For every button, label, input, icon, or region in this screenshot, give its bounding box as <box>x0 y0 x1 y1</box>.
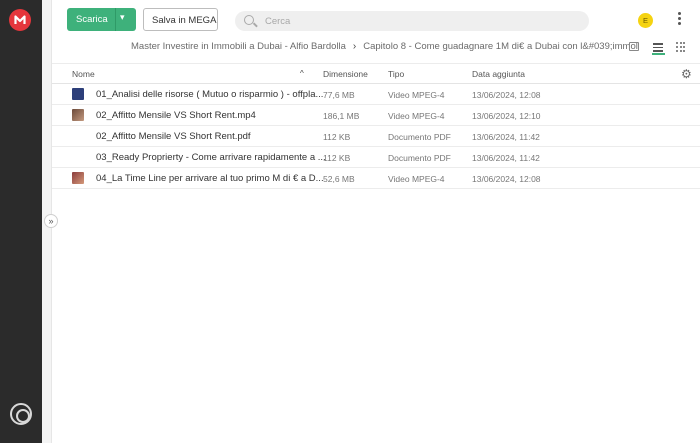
file-date: 13/06/2024, 12:08 <box>472 90 541 100</box>
file-name: 02_Affitto Mensile VS Short Rent.pdf <box>96 131 251 142</box>
file-name: 04_La Time Line per arrivare al tuo prim… <box>96 173 324 184</box>
search-icon <box>244 15 254 25</box>
breadcrumb-folder[interactable]: Master Investire in Immobili a Dubai - A… <box>131 41 346 52</box>
table-row[interactable]: 03_Ready Proprierty - Come arrivare rapi… <box>52 147 700 168</box>
file-size: 77,6 MB <box>323 90 355 100</box>
file-type: Documento PDF <box>388 132 451 142</box>
file-date: 13/06/2024, 12:08 <box>472 174 541 184</box>
file-type: Video MPEG-4 <box>388 111 445 121</box>
search-bar[interactable] <box>235 11 589 31</box>
save-to-mega-button[interactable]: Salva in MEGA <box>143 8 218 31</box>
file-size: 112 KB <box>323 153 351 163</box>
file-type: Video MPEG-4 <box>388 174 445 184</box>
list-view-icon[interactable] <box>652 41 665 55</box>
grid-view-icon[interactable] <box>676 42 686 52</box>
file-date: 13/06/2024, 11:42 <box>472 153 540 163</box>
breadcrumb-separator-icon: › <box>352 41 357 52</box>
table-row[interactable]: 04_La Time Line per arrivare al tuo prim… <box>52 168 700 189</box>
avatar[interactable]: E <box>638 13 653 28</box>
save-button-label: Salva in MEGA <box>152 15 217 26</box>
video-thumbnail-icon <box>72 88 84 100</box>
gear-icon[interactable]: ⚙ <box>681 68 693 80</box>
file-table: Nome ^ Dimensione Tipo Data aggiunta ⚙ 0… <box>52 63 700 189</box>
column-header-type[interactable]: Tipo <box>388 69 404 79</box>
file-type: Documento PDF <box>388 153 451 163</box>
more-options-icon[interactable] <box>676 12 682 28</box>
search-input[interactable] <box>265 14 565 28</box>
file-date: 13/06/2024, 12:10 <box>472 111 541 121</box>
file-date: 13/06/2024, 11:42 <box>472 132 540 142</box>
column-header-date[interactable]: Data aggiunta <box>472 69 525 79</box>
thumbnail-view-icon[interactable] <box>629 42 639 51</box>
file-name: 02_Affitto Mensile VS Short Rent.mp4 <box>96 110 256 121</box>
breadcrumb-current: Capitolo 8 - Come guadagnare 1M di€ a Du… <box>363 41 638 52</box>
video-thumbnail-icon <box>72 172 84 184</box>
expand-sidebar-icon[interactable]: » <box>44 214 58 228</box>
breadcrumb: Master Investire in Immobili a Dubai - A… <box>131 41 638 52</box>
table-row[interactable]: 02_Affitto Mensile VS Short Rent.mp4 186… <box>52 105 700 126</box>
file-size: 52,6 MB <box>323 174 355 184</box>
table-row[interactable]: 02_Affitto Mensile VS Short Rent.pdf 112… <box>52 126 700 147</box>
table-row[interactable]: 01_Analisi delle risorse ( Mutuo o rispa… <box>52 84 700 105</box>
file-type: Video MPEG-4 <box>388 90 445 100</box>
file-name: 03_Ready Proprierty - Come arrivare rapi… <box>96 152 326 163</box>
sort-ascending-icon[interactable]: ^ <box>300 69 304 78</box>
download-split-divider <box>115 8 116 31</box>
column-header-name[interactable]: Nome <box>72 69 95 79</box>
left-rail <box>0 0 42 443</box>
video-thumbnail-icon <box>72 109 84 121</box>
transfer-manager-icon[interactable] <box>10 403 32 425</box>
table-header: Nome ^ Dimensione Tipo Data aggiunta ⚙ <box>52 63 700 84</box>
file-name: 01_Analisi delle risorse ( Mutuo o rispa… <box>96 89 324 100</box>
file-size: 112 KB <box>323 132 351 142</box>
column-header-size[interactable]: Dimensione <box>323 69 368 79</box>
file-size: 186,1 MB <box>323 111 360 121</box>
download-button[interactable]: Scarica ▾ <box>67 8 136 31</box>
mega-logo-icon[interactable] <box>9 9 31 31</box>
chevron-down-icon[interactable]: ▾ <box>120 12 125 23</box>
download-button-label: Scarica <box>76 14 108 25</box>
